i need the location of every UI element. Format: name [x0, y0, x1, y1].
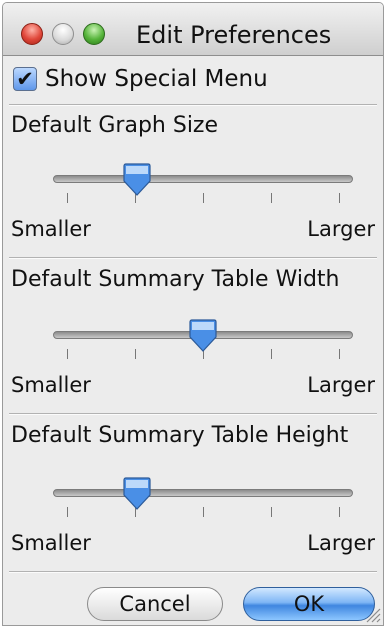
slider-tick-mark — [271, 507, 272, 517]
close-window-button[interactable] — [21, 23, 43, 45]
slider-tick-mark — [339, 193, 340, 203]
separator — [9, 104, 377, 106]
separator — [9, 257, 377, 259]
slider-tick-mark — [67, 507, 68, 517]
slider-track[interactable] — [53, 489, 353, 497]
graph-size-slider[interactable] — [53, 163, 353, 203]
slider-tick-mark — [67, 349, 68, 359]
slider-tick-mark — [271, 349, 272, 359]
slider-thumb[interactable] — [187, 319, 219, 353]
slider-track[interactable] — [53, 175, 353, 183]
checkmark-icon: ✔ — [16, 66, 34, 91]
separator — [9, 571, 377, 573]
graph-size-min-label: Smaller — [11, 217, 91, 241]
slider-tick-mark — [339, 507, 340, 517]
zoom-window-button[interactable] — [83, 23, 105, 45]
summary-table-height-min-label: Smaller — [11, 531, 91, 555]
resize-grip-icon[interactable] — [363, 605, 381, 623]
cancel-button[interactable]: Cancel — [87, 587, 223, 621]
summary-table-width-min-label: Smaller — [11, 373, 91, 397]
window-title: Edit Preferences — [136, 21, 332, 49]
summary-table-width-slider[interactable] — [53, 319, 353, 359]
summary-table-width-max-label: Larger — [307, 373, 375, 397]
summary-table-height-slider[interactable] — [53, 477, 353, 517]
title-bar[interactable]: Edit Preferences — [3, 3, 383, 56]
summary-table-width-title: Default Summary Table Width — [11, 267, 340, 292]
slider-tick-mark — [203, 193, 204, 203]
preferences-window: Edit Preferences ✔ Show Special Menu Def… — [2, 2, 384, 626]
slider-thumb[interactable] — [121, 163, 153, 197]
graph-size-max-label: Larger — [307, 217, 375, 241]
slider-tick-mark — [135, 349, 136, 359]
minimize-window-button[interactable] — [52, 23, 74, 45]
summary-table-height-max-label: Larger — [307, 531, 375, 555]
slider-tick-mark — [339, 349, 340, 359]
ok-button[interactable]: OK — [243, 587, 375, 621]
slider-tick-mark — [67, 193, 68, 203]
show-special-menu-row[interactable]: ✔ Show Special Menu — [13, 61, 268, 97]
show-special-menu-label[interactable]: Show Special Menu — [45, 66, 268, 92]
show-special-menu-checkbox[interactable]: ✔ — [13, 67, 37, 91]
slider-tick-mark — [271, 193, 272, 203]
slider-tick-mark — [203, 507, 204, 517]
summary-table-height-title: Default Summary Table Height — [11, 423, 349, 448]
graph-size-title: Default Graph Size — [11, 113, 219, 138]
slider-thumb[interactable] — [121, 477, 153, 511]
separator — [9, 413, 377, 415]
